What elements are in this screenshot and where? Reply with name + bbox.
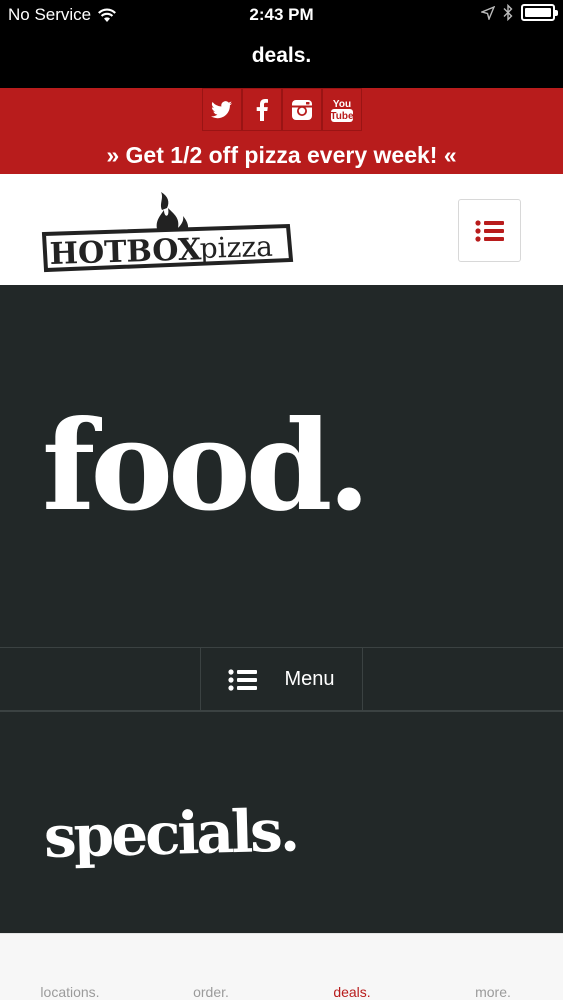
twitter-icon — [211, 100, 232, 118]
tab-deals[interactable]: deals. — [282, 984, 422, 1000]
bluetooth-icon — [503, 4, 513, 21]
list-icon — [228, 668, 258, 691]
menu-button[interactable]: Menu — [200, 648, 363, 711]
logo-brand-bold: HOTBOX — [49, 232, 202, 272]
tab-order[interactable]: order. — [141, 984, 281, 1000]
svg-text:You: You — [333, 99, 351, 110]
battery-fill — [525, 8, 551, 17]
youtube-icon: You Tube — [330, 99, 354, 122]
logo-brand-light: pizza — [199, 230, 273, 265]
instagram-button[interactable] — [282, 88, 322, 131]
location-arrow-icon — [481, 5, 495, 20]
tab-locations[interactable]: locations. — [0, 984, 140, 1000]
list-menu-icon — [474, 219, 504, 242]
battery-icon — [521, 4, 558, 21]
twitter-button[interactable] — [202, 88, 242, 131]
hotbox-pizza-logo[interactable]: HOTBOX pizza — [40, 188, 295, 278]
top-bar: No Service 2:43 PM deals. — [0, 0, 563, 88]
social-links: You Tube — [202, 88, 362, 131]
facebook-icon — [256, 98, 268, 121]
specials-heading: specials. — [43, 796, 298, 871]
food-heading: food. — [42, 394, 371, 539]
bottom-tab-bar: locations. order. deals. more. — [0, 933, 563, 1000]
tab-more[interactable]: more. — [423, 984, 563, 1000]
facebook-button[interactable] — [242, 88, 282, 131]
instagram-icon — [292, 99, 312, 120]
status-time: 2:43 PM — [249, 5, 314, 24]
svg-text:Tube: Tube — [330, 111, 354, 122]
hamburger-menu-button[interactable] — [458, 199, 521, 262]
menu-bar: Menu — [0, 647, 563, 712]
menu-button-label: Menu — [284, 668, 335, 690]
status-right — [481, 4, 558, 21]
food-hero: food. — [0, 285, 563, 647]
promo-banner-text[interactable]: » Get 1/2 off pizza every week! « — [0, 142, 563, 169]
page-title: deals. — [251, 44, 312, 67]
social-band: You Tube » Get 1/2 off pizza every week!… — [0, 88, 563, 174]
site-header: HOTBOX pizza — [0, 174, 563, 285]
youtube-button[interactable]: You Tube — [322, 88, 362, 131]
